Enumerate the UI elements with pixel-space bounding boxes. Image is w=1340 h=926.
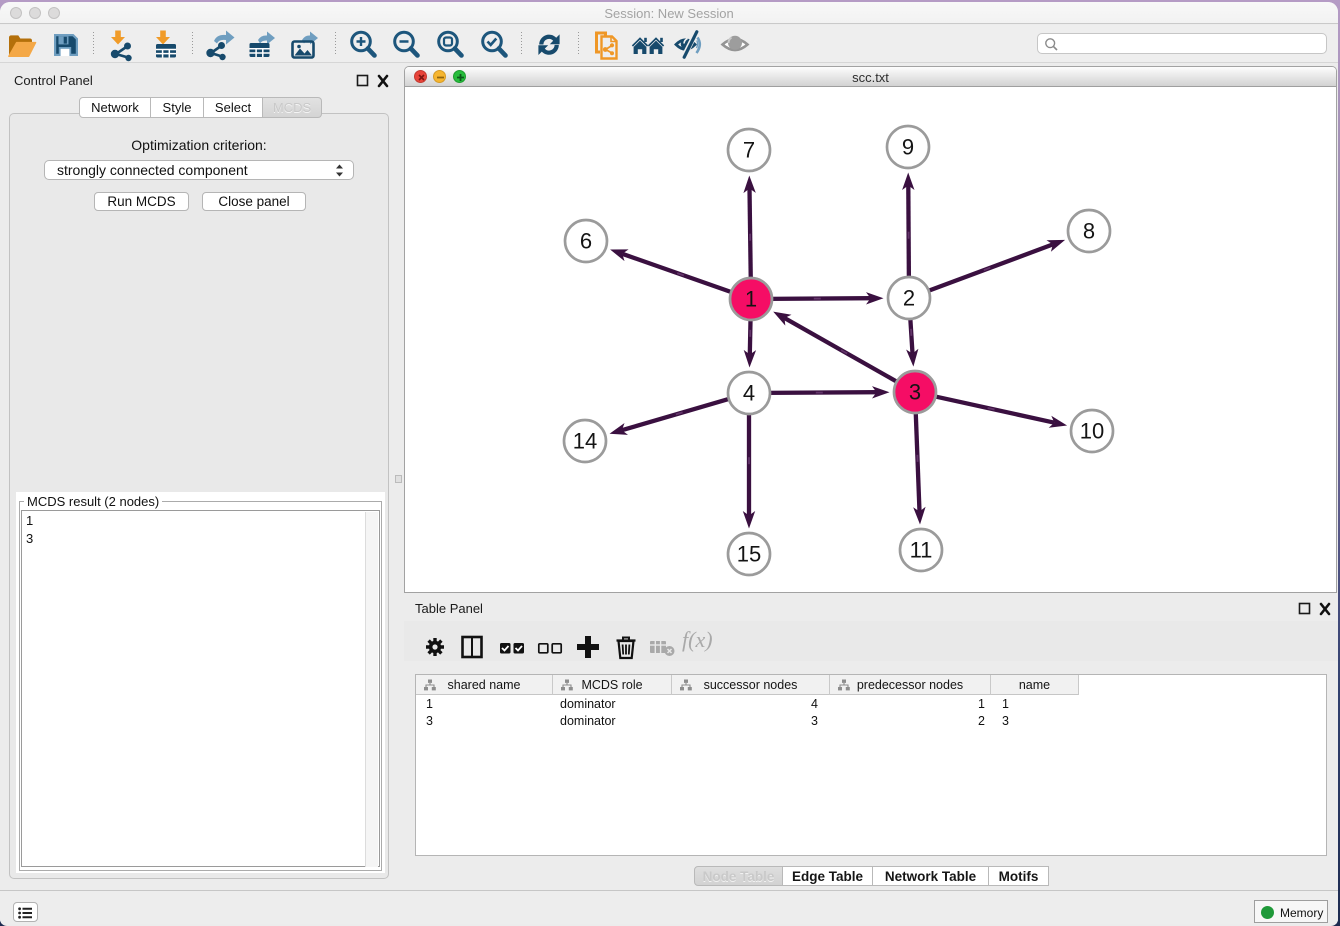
svg-text:9: 9 [902,135,914,160]
svg-text:8: 8 [1083,219,1095,244]
svg-text:11: 11 [910,538,933,563]
svg-text:10: 10 [1080,419,1104,444]
svg-text:15: 15 [737,542,761,567]
svg-text:1: 1 [745,287,757,312]
svg-text:4: 4 [743,381,755,406]
svg-text:7: 7 [743,138,755,163]
svg-text:3: 3 [909,380,921,405]
svg-text:6: 6 [580,229,592,254]
svg-text:2: 2 [903,286,915,311]
svg-text:14: 14 [573,429,597,454]
